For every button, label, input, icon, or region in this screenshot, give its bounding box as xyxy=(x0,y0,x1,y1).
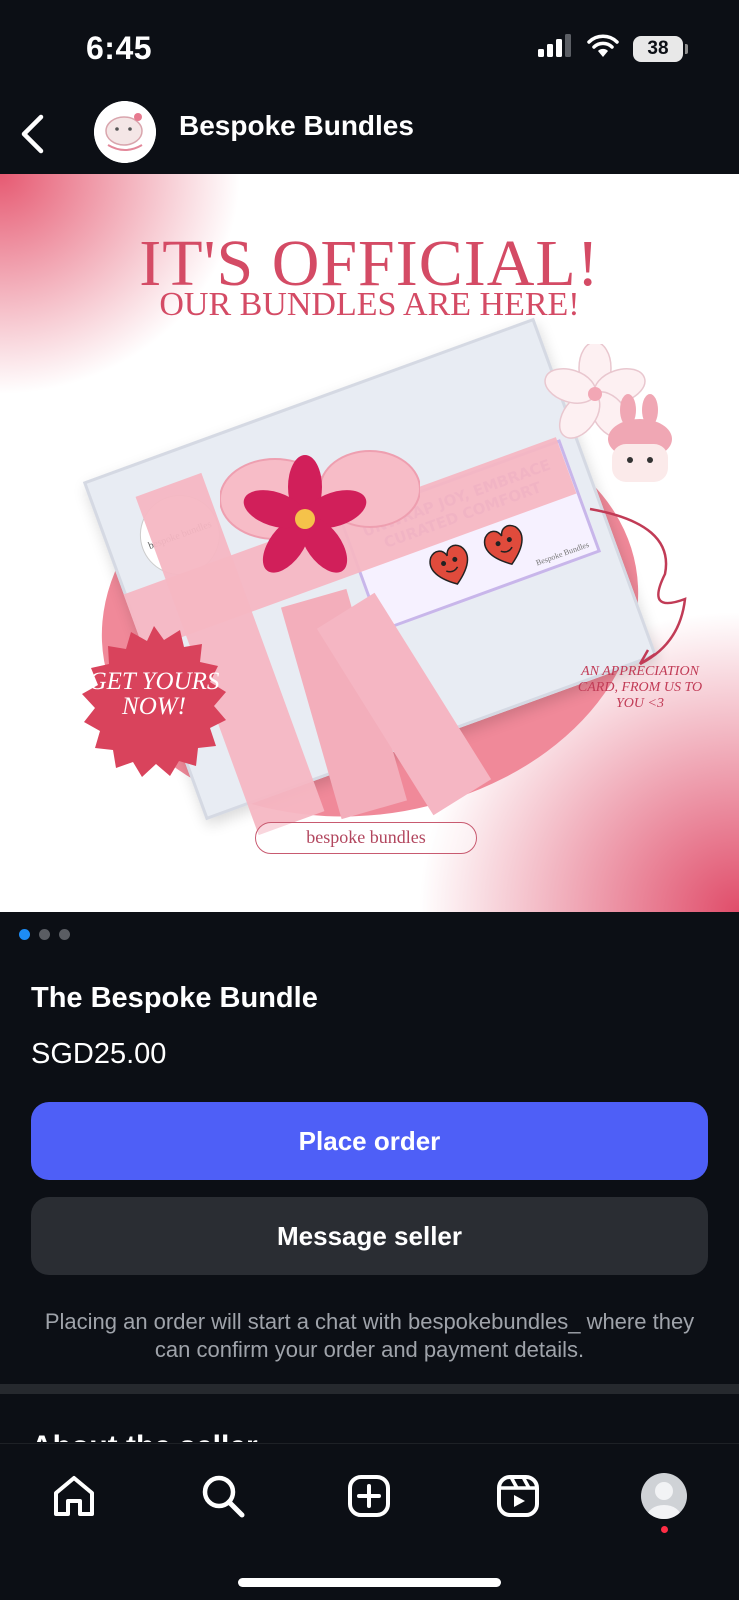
nav-profile[interactable] xyxy=(634,1466,694,1526)
section-divider xyxy=(0,1384,739,1394)
flower-icon xyxy=(243,455,367,573)
home-icon xyxy=(54,1476,94,1516)
nav-search[interactable] xyxy=(193,1466,253,1526)
profile-avatar xyxy=(641,1473,687,1519)
status-time: 6:45 xyxy=(86,30,153,66)
nav-create[interactable] xyxy=(339,1466,399,1526)
top-bar: Bespoke Bundles xyxy=(0,96,739,174)
bottom-nav xyxy=(0,1443,739,1600)
status-icons: 38 xyxy=(537,34,688,63)
pager-dot[interactable] xyxy=(39,929,50,940)
product-image[interactable]: IT'S OFFICIAL! OUR BUNDLES ARE HERE! bes… xyxy=(0,174,739,912)
badge-text: GET YOURS NOW! xyxy=(88,668,220,720)
brand-label: bespoke bundles xyxy=(255,822,477,854)
product-title: The Bespoke Bundle xyxy=(31,982,318,1014)
home-indicator xyxy=(238,1578,501,1587)
notification-dot xyxy=(661,1526,668,1533)
seller-name[interactable]: Bespoke Bundles xyxy=(179,110,414,142)
order-note: Placing an order will start a chat with … xyxy=(44,1309,695,1362)
status-bar: 6:45 38 xyxy=(0,0,739,96)
pager-dot[interactable] xyxy=(59,929,70,940)
product-screen: 6:45 38 Bespoke Bundles IT'S OFFICIAL! O… xyxy=(0,0,739,1600)
reels-icon xyxy=(497,1475,539,1517)
hero-subtitle: OUR BUNDLES ARE HERE! xyxy=(159,286,580,323)
nav-home[interactable] xyxy=(44,1466,104,1526)
back-button[interactable] xyxy=(12,110,52,158)
message-seller-button[interactable]: Message seller xyxy=(31,1197,708,1275)
curved-arrow-icon xyxy=(589,507,687,666)
nav-reels[interactable] xyxy=(488,1466,548,1526)
wifi-icon xyxy=(587,34,619,63)
product-price: SGD25.00 xyxy=(31,1038,167,1070)
crochet-plush-icon xyxy=(608,394,672,482)
search-icon xyxy=(202,1475,245,1518)
signal-icon xyxy=(537,34,573,63)
battery-indicator: 38 xyxy=(633,35,688,62)
pager-dot[interactable] xyxy=(19,929,30,940)
appreciation-note: AN APPRECIATION CARD, FROM US TO YOU <3 xyxy=(577,664,703,711)
place-order-button[interactable]: Place order xyxy=(31,1102,708,1180)
image-pager[interactable] xyxy=(19,929,70,940)
about-seller-heading: About the seller xyxy=(31,1428,258,1442)
chevron-left-icon xyxy=(21,114,44,154)
seller-avatar[interactable] xyxy=(94,101,156,163)
create-icon xyxy=(348,1475,390,1517)
